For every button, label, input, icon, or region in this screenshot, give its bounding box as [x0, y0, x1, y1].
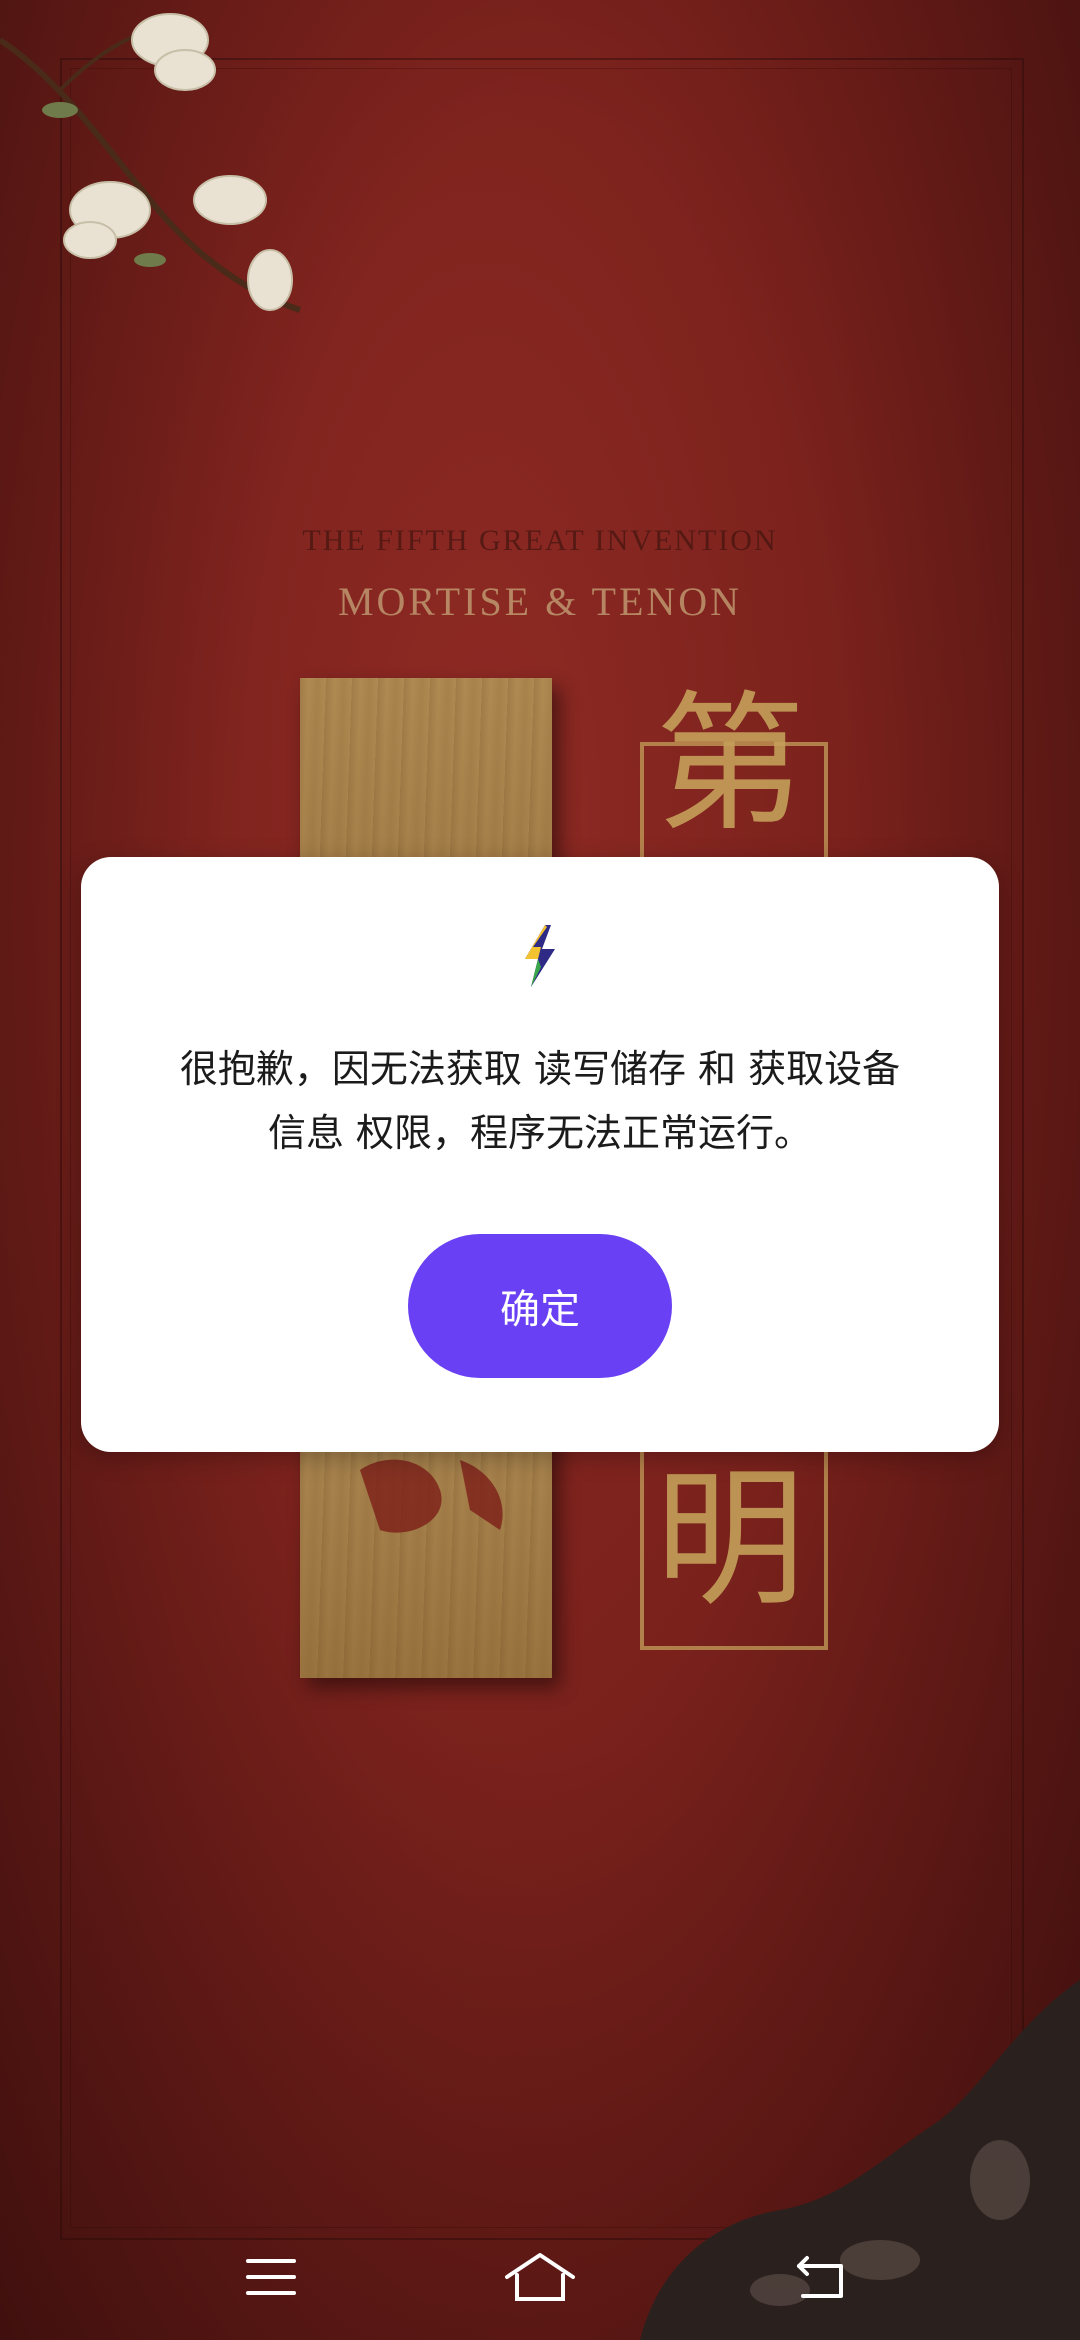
splash-screen: THE FIFTH GREAT INVENTION MORTISE & TENO… [0, 0, 1080, 2340]
back-button[interactable] [778, 2242, 868, 2312]
menu-icon [246, 2259, 296, 2295]
back-icon [797, 2256, 843, 2298]
system-navigation-bar [0, 2210, 1080, 2340]
dialog-message-line-1: 很抱歉，因无法获取 读写储存 和 获取设备 [179, 1047, 901, 1091]
permission-dialog: 很抱歉，因无法获取 读写储存 和 获取设备 信息 权限，程序无法正常运行。 确定 [81, 857, 999, 1452]
menu-button[interactable] [226, 2242, 316, 2312]
home-button[interactable] [495, 2242, 585, 2312]
dialog-message: 很抱歉，因无法获取 读写储存 和 获取设备 信息 权限，程序无法正常运行。 [121, 1037, 959, 1165]
lightning-bolt-icon [525, 925, 555, 987]
confirm-button[interactable]: 确定 [408, 1234, 672, 1378]
home-icon [505, 2253, 575, 2301]
dialog-message-line-2: 信息 权限，程序无法正常运行。 [267, 1111, 813, 1155]
